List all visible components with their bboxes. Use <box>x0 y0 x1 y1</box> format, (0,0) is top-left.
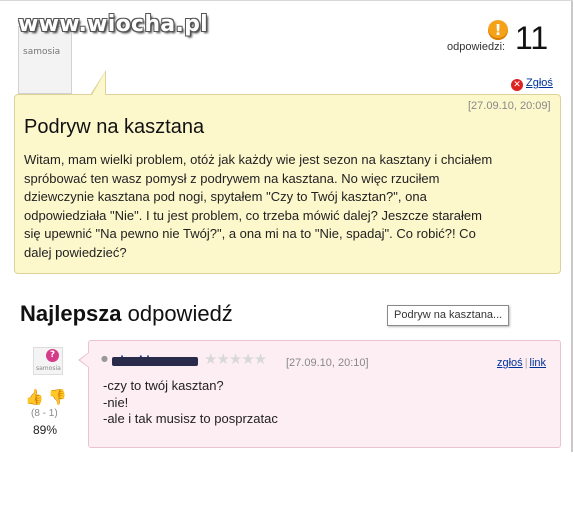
answerer-avatar-label: samosia <box>36 365 61 372</box>
top-divider <box>0 0 573 1</box>
question-line: dalej powiedzieć? <box>24 244 127 260</box>
report-question-link[interactable]: ✕ Zgłoś <box>511 77 553 91</box>
report-x-icon: ✕ <box>511 79 523 91</box>
author-redaction <box>112 357 198 366</box>
answers-exclamation-icon: ! <box>488 20 508 40</box>
answers-count: 11 <box>515 20 549 56</box>
question-title: Podryw na kasztana <box>24 116 205 138</box>
report-answer-link[interactable]: zgłoś <box>497 357 523 369</box>
question-body: Witam, mam wielki problem, otóż jak każd… <box>24 151 554 263</box>
question-line: się upewnić "Na pewno nie Twój?", a ona … <box>24 226 476 242</box>
question-line: Witam, mam wielki problem, otóż jak każd… <box>24 152 493 167</box>
answer-links: zgłoś | link <box>497 357 547 369</box>
answer-line: -ale i tak musisz to posprzatac <box>103 411 278 426</box>
vote-tally: (8 - 1) <box>31 408 58 419</box>
best-answer-heading: Najlepsza odpowiedź <box>20 301 233 326</box>
question-line: dziewczynie kasztana pod nogi, spytałem … <box>24 189 427 205</box>
asker-avatar-label: samosia <box>23 47 61 57</box>
permalink-link[interactable]: link <box>530 357 547 369</box>
rating-stars: ★★★★★ <box>204 350 267 368</box>
approval-percent: 89% <box>33 423 58 437</box>
answer-line: -nie! <box>103 394 129 410</box>
thumbs-down-icon[interactable]: 👎 <box>48 388 67 406</box>
answer-date: [27.09.10, 20:10] <box>286 357 369 369</box>
answerer-avatar[interactable]: ? samosia <box>33 347 63 375</box>
watermark-logo: www.wiocha.pl <box>18 12 208 37</box>
question-line: odpowiedziała "Nie". I tu jest problem, … <box>24 207 482 223</box>
answer-body: -czy to twój kasztan? -nie! -ale i tak m… <box>103 378 278 428</box>
title-tooltip: Podryw na kasztana... <box>387 305 510 326</box>
bullet-icon: ● <box>101 354 108 363</box>
answers-count-label: odpowiedzi: <box>447 41 506 53</box>
question-badge-icon: ? <box>46 349 59 362</box>
question-line: spróbować ten wasz pomysł z podrywem na … <box>24 170 440 186</box>
answer-line: -czy to twój kasztan? <box>103 378 224 393</box>
thumbs-up-icon[interactable]: 👍 <box>25 388 44 406</box>
question-date: [27.09.10, 20:09] <box>468 100 551 112</box>
